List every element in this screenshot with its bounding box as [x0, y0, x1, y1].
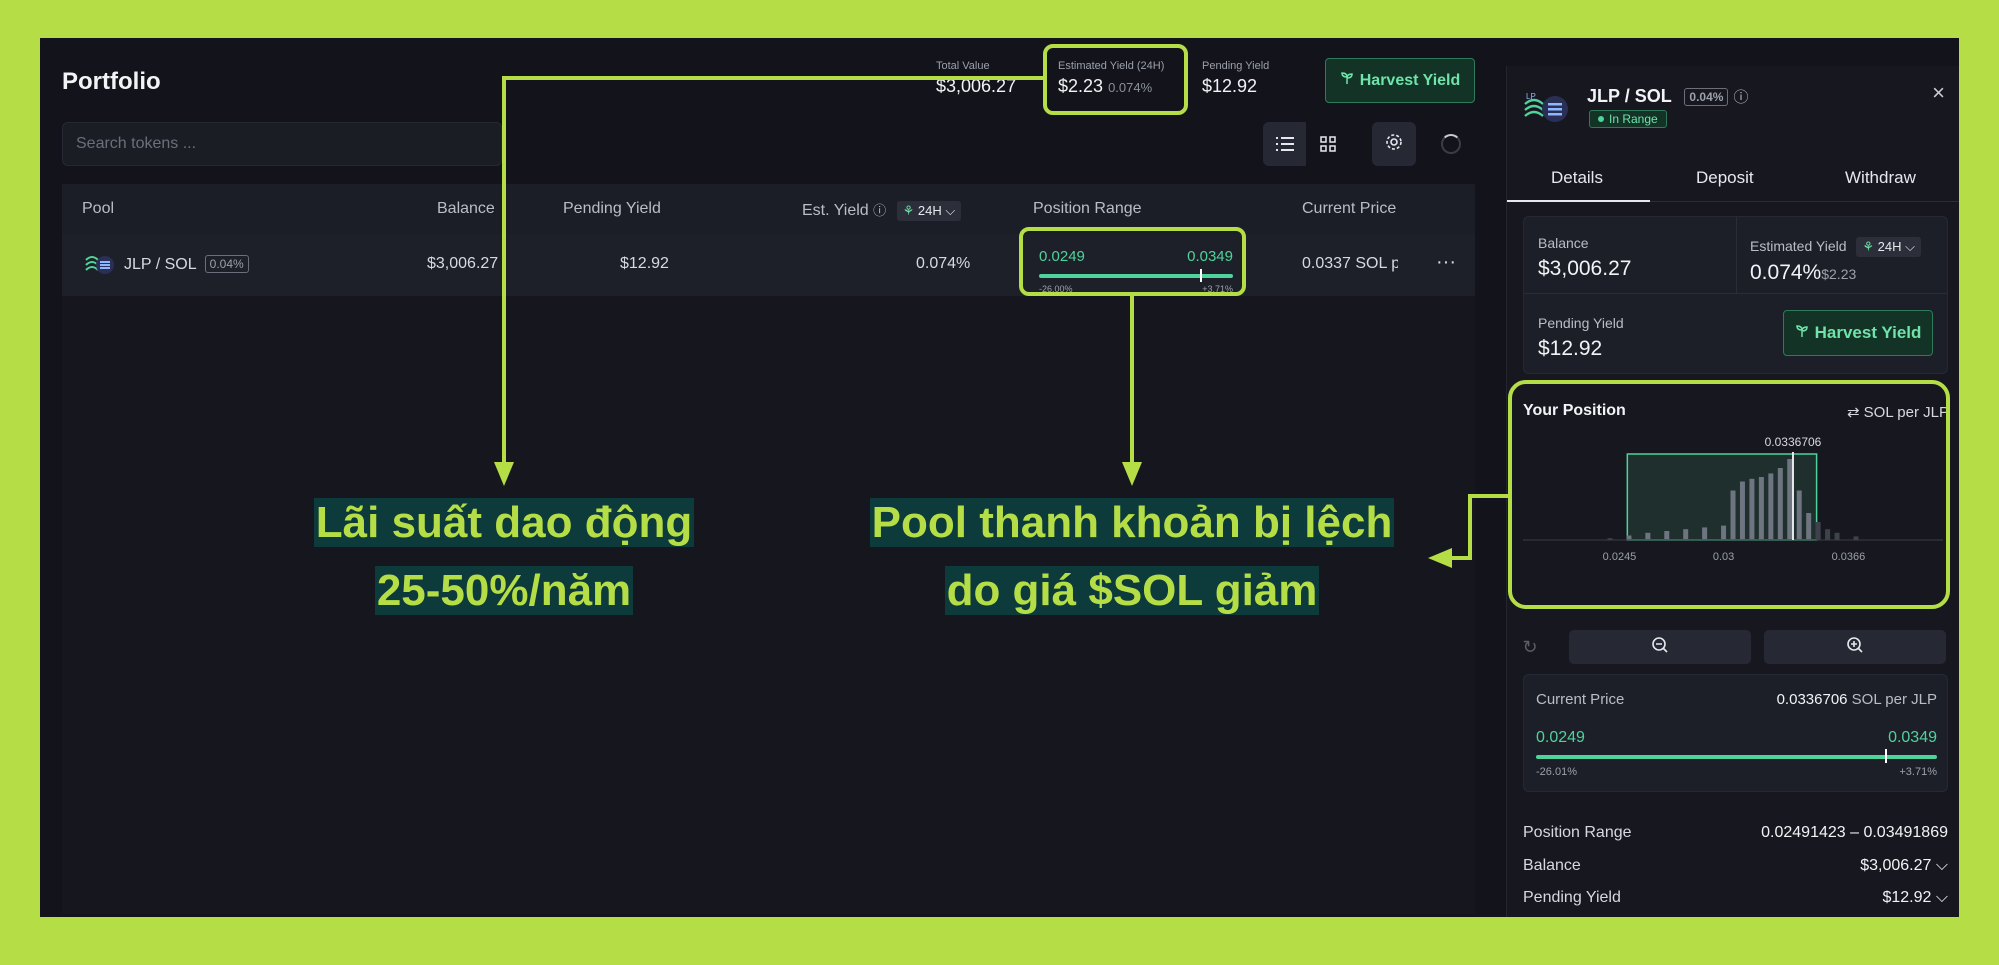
annotation-left: Lãi suất dao động 25-50%/năm: [313, 498, 695, 615]
annotation-arrows: [494, 76, 1508, 568]
annotation-right: Pool thanh khoản bị lệch do giá $SOL giả…: [869, 498, 1395, 615]
